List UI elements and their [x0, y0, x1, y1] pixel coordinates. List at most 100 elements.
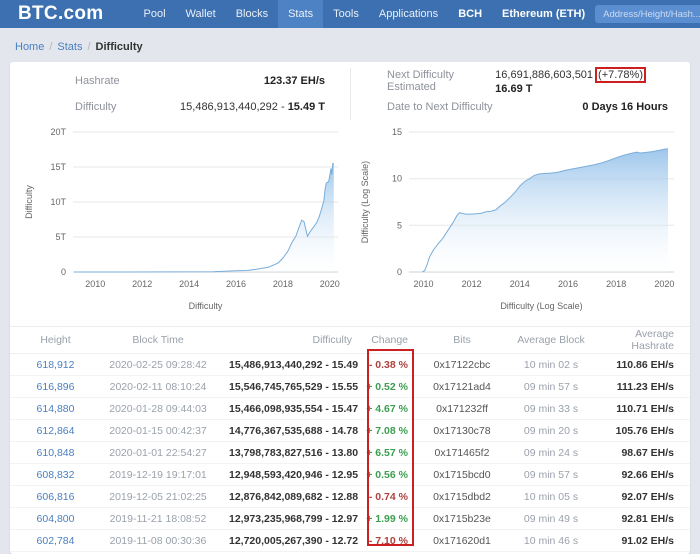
table-body: 618,9122020-02-25 09:28:4215,486,913,440…: [10, 354, 690, 552]
average-block-time: 09 min 33 s: [508, 398, 594, 420]
table-header-row: HeightBlock TimeDifficultyChangeBitsAver…: [10, 327, 690, 354]
svg-text:10: 10: [392, 174, 402, 184]
date-next-difficulty-label: Date to Next Difficulty: [387, 101, 493, 113]
change-percent: + 4.67 %: [358, 398, 416, 420]
column-header-average-block: Average Block: [508, 327, 594, 354]
svg-text:2010: 2010: [85, 279, 105, 289]
table-row: 602,7842019-11-08 00:30:3612,720,005,267…: [10, 530, 690, 552]
breadcrumb-home[interactable]: Home: [15, 41, 44, 53]
table-row: 616,8962020-02-11 08:10:2415,546,745,765…: [10, 376, 690, 398]
nav-item-wallet[interactable]: Wallet: [176, 0, 226, 28]
average-hashrate: 105.76 EH/s: [594, 420, 690, 442]
block-time: 2019-11-21 18:08:52: [88, 508, 228, 530]
svg-text:2018: 2018: [606, 279, 626, 289]
svg-text:5: 5: [397, 220, 402, 230]
block-time: 2020-01-15 00:42:37: [88, 420, 228, 442]
bits-value: 0x17130c78: [416, 420, 508, 442]
nav-item-stats[interactable]: Stats: [278, 0, 323, 28]
breadcrumb-separator: /: [49, 41, 52, 53]
search-input[interactable]: [595, 9, 700, 20]
svg-text:Difficulty: Difficulty: [24, 185, 34, 219]
svg-text:20T: 20T: [50, 127, 66, 137]
change-percent: - 0.74 %: [358, 486, 416, 508]
svg-text:5T: 5T: [55, 232, 66, 242]
difficulty-value: 15,486,913,440,292 - 15.49 T: [180, 101, 325, 113]
table-row: 612,8642020-01-15 00:42:3714,776,367,535…: [10, 420, 690, 442]
svg-text:0: 0: [61, 267, 66, 277]
average-hashrate: 92.66 EH/s: [594, 464, 690, 486]
change-percent: + 0.56 %: [358, 464, 416, 486]
column-header-change: Change: [358, 327, 416, 354]
nav-item-tools[interactable]: Tools: [323, 0, 369, 28]
table-row: 614,8802020-01-28 09:44:0315,466,098,935…: [10, 398, 690, 420]
nav-item-bch[interactable]: BCH: [448, 0, 492, 28]
column-header-bits: Bits: [416, 327, 508, 354]
date-next-difficulty-value: 0 Days 16 Hours: [582, 101, 668, 113]
next-difficulty-label: Next Difficulty Estimated: [387, 69, 495, 93]
hashrate-value: 123.37 EH/s: [264, 75, 325, 87]
average-block-time: 10 min 46 s: [508, 530, 594, 552]
svg-text:2020: 2020: [654, 279, 674, 289]
change-percent: - 7.10 %: [358, 530, 416, 552]
bits-value: 0x171232ff: [416, 398, 508, 420]
average-hashrate: 98.67 EH/s: [594, 442, 690, 464]
difficulty-value: 12,876,842,089,682 - 12.88 T: [228, 486, 358, 508]
average-hashrate: 111.23 EH/s: [594, 376, 690, 398]
column-header-average-hashrate: Average Hashrate: [594, 327, 690, 354]
block-height-link[interactable]: 612,864: [10, 420, 88, 442]
svg-text:Difficulty: Difficulty: [189, 301, 223, 311]
block-time: 2020-02-11 08:10:24: [88, 376, 228, 398]
hashrate-row: Hashrate 123.37 EH/s: [10, 68, 350, 94]
bits-value: 0x17122cbc: [416, 354, 508, 376]
block-height-link[interactable]: 608,832: [10, 464, 88, 486]
block-height-link[interactable]: 616,896: [10, 376, 88, 398]
block-height-link[interactable]: 602,784: [10, 530, 88, 552]
svg-text:15: 15: [392, 127, 402, 137]
block-time: 2020-01-28 09:44:03: [88, 398, 228, 420]
nav-item-applications[interactable]: Applications: [369, 0, 448, 28]
change-percent: + 1.99 %: [358, 508, 416, 530]
difficulty-value: 15,486,913,440,292 - 15.49 T: [228, 354, 358, 376]
difficulty-value: 13,798,783,827,516 - 13.80 T: [228, 442, 358, 464]
top-nav: BTC.com Pool Wallet Blocks Stats Tools A…: [0, 0, 700, 28]
difficulty-value: 15,466,098,935,554 - 15.47 T: [228, 398, 358, 420]
average-block-time: 10 min 05 s: [508, 486, 594, 508]
date-next-difficulty-row: Date to Next Difficulty 0 Days 16 Hours: [351, 94, 690, 120]
next-difficulty-change-annotation: (+7.78%): [595, 67, 646, 83]
average-block-time: 09 min 49 s: [508, 508, 594, 530]
nav-item-blocks[interactable]: Blocks: [226, 0, 278, 28]
svg-text:2016: 2016: [558, 279, 578, 289]
stats-summary: Hashrate 123.37 EH/s Difficulty 15,486,9…: [10, 62, 690, 120]
btc-logo[interactable]: BTC.com: [18, 3, 104, 25]
svg-text:2020: 2020: [320, 279, 340, 289]
block-height-link[interactable]: 618,912: [10, 354, 88, 376]
block-height-link[interactable]: 614,880: [10, 398, 88, 420]
svg-text:10T: 10T: [50, 197, 66, 207]
block-height-link[interactable]: 604,800: [10, 508, 88, 530]
search-box: [595, 5, 700, 23]
breadcrumb-stats[interactable]: Stats: [57, 41, 82, 53]
average-hashrate: 110.86 EH/s: [594, 354, 690, 376]
nav-item-ethereum[interactable]: Ethereum (ETH): [492, 0, 595, 28]
average-block-time: 09 min 20 s: [508, 420, 594, 442]
change-percent: + 7.08 %: [358, 420, 416, 442]
block-time: 2019-12-19 19:17:01: [88, 464, 228, 486]
breadcrumb: Home/Stats/Difficulty: [0, 28, 700, 62]
block-height-link[interactable]: 610,848: [10, 442, 88, 464]
bits-value: 0x1715bcd0: [416, 464, 508, 486]
svg-text:Difficulty (Log Scale): Difficulty (Log Scale): [500, 301, 582, 311]
nav-item-pool[interactable]: Pool: [134, 0, 176, 28]
column-header-difficulty: Difficulty: [228, 327, 358, 354]
difficulty-label: Difficulty: [75, 101, 116, 113]
difficulty-table-section: HeightBlock TimeDifficultyChangeBitsAver…: [10, 326, 690, 552]
difficulty-value: 15,546,745,765,529 - 15.55 T: [228, 376, 358, 398]
breadcrumb-separator: /: [87, 41, 90, 53]
average-hashrate: 92.07 EH/s: [594, 486, 690, 508]
svg-text:Difficulty (Log Scale): Difficulty (Log Scale): [360, 161, 370, 243]
block-height-link[interactable]: 606,816: [10, 486, 88, 508]
table-row: 618,9122020-02-25 09:28:4215,486,913,440…: [10, 354, 690, 376]
average-block-time: 09 min 57 s: [508, 376, 594, 398]
average-block-time: 09 min 57 s: [508, 464, 594, 486]
table-row: 606,8162019-12-05 21:02:2512,876,842,089…: [10, 486, 690, 508]
svg-text:0: 0: [397, 267, 402, 277]
